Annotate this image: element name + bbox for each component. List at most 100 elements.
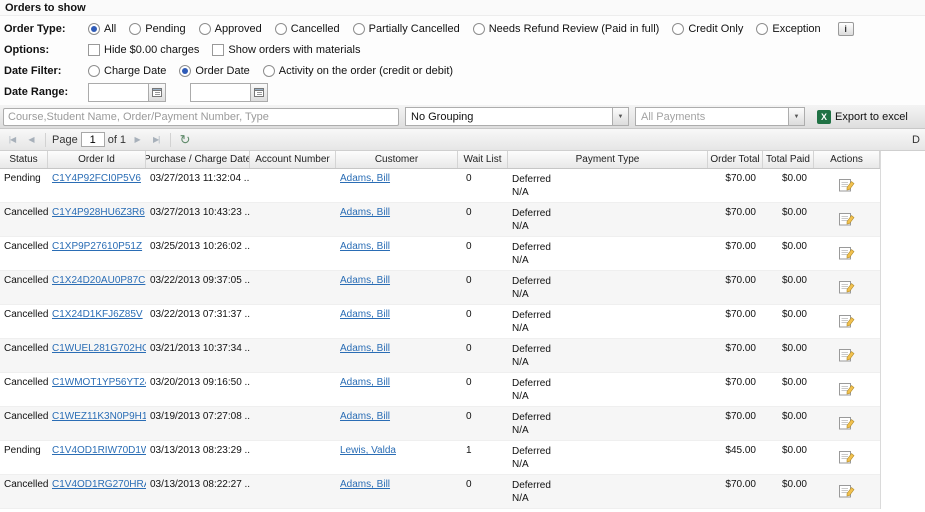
order-id-link[interactable]: C1WEZ11K3N0P9H1	[52, 411, 146, 422]
date-to-input[interactable]	[191, 84, 250, 101]
wait-list-cell: 0	[458, 475, 508, 508]
first-page-button[interactable]: |◀	[4, 132, 20, 148]
edit-note-icon[interactable]	[839, 416, 855, 440]
column-header-purchase-charge-date[interactable]: Purchase / Charge Date	[146, 151, 250, 168]
pager-divider	[45, 133, 46, 147]
actions-cell	[814, 339, 880, 372]
checkbox-option-show-orders-with-materials[interactable]: Show orders with materials	[212, 44, 360, 56]
customer-link[interactable]: Adams, Bill	[340, 207, 390, 218]
edit-note-icon[interactable]	[839, 314, 855, 338]
radio-option-partially-cancelled[interactable]: Partially Cancelled	[353, 23, 460, 35]
column-header-status[interactable]: Status	[0, 151, 48, 168]
wait-list-cell: 0	[458, 169, 508, 202]
order-total-cell: $45.00	[708, 441, 763, 474]
column-header-payment-type[interactable]: Payment Type	[508, 151, 708, 168]
order-id-link[interactable]: C1V4OD1RIW70D1W	[52, 445, 146, 456]
order-id-link[interactable]: C1X24D20AU0P87C	[52, 275, 145, 286]
payment-type-cell: DeferredN/A	[508, 441, 708, 474]
order-id-link[interactable]: C1Y4P928HU6Z3R6	[52, 207, 145, 218]
calendar-icon[interactable]	[148, 84, 165, 101]
table-row: CancelledC1X24D20AU0P87C03/22/2013 09:37…	[0, 271, 880, 305]
radio-option-approved[interactable]: Approved	[199, 23, 262, 35]
purchase-date-cell: 03/25/2013 10:26:02 ...	[146, 237, 250, 270]
search-input[interactable]	[3, 108, 399, 126]
purchase-date-cell: 03/13/2013 08:22:27 ...	[146, 475, 250, 508]
customer-link[interactable]: Adams, Bill	[340, 241, 390, 252]
previous-page-button[interactable]: ◀	[23, 132, 39, 148]
actions-cell	[814, 169, 880, 202]
customer-link[interactable]: Adams, Bill	[340, 411, 390, 422]
pager-status-text: D	[912, 134, 921, 146]
purchase-date-cell: 03/22/2013 07:31:37 ...	[146, 305, 250, 338]
edit-note-icon[interactable]	[839, 212, 855, 236]
radio-option-needs-refund-review-paid-in-full[interactable]: Needs Refund Review (Paid in full)	[473, 23, 660, 35]
radio-option-cancelled[interactable]: Cancelled	[275, 23, 340, 35]
customer-link[interactable]: Adams, Bill	[340, 377, 390, 388]
radio-option-charge-date[interactable]: Charge Date	[88, 65, 166, 77]
calendar-icon[interactable]	[250, 84, 267, 101]
order-id-link[interactable]: C1XP9P27610P51Z	[52, 241, 142, 252]
column-header-order-total[interactable]: Order Total	[708, 151, 763, 168]
customer-link[interactable]: Lewis, Valda	[340, 445, 396, 456]
account-number-cell	[250, 373, 336, 406]
order-id-link[interactable]: C1V4OD1RG270HRA	[52, 479, 146, 490]
page-number-input[interactable]	[81, 132, 105, 147]
export-to-excel-button[interactable]: X Export to excel	[817, 110, 908, 124]
customer-cell: Adams, Bill	[336, 169, 458, 202]
info-icon[interactable]: i	[838, 22, 854, 36]
radio-option-activity-on-the-order-credit-or-debit[interactable]: Activity on the order (credit or debit)	[263, 65, 453, 77]
customer-link[interactable]: Adams, Bill	[340, 479, 390, 490]
payment-type-cell: DeferredN/A	[508, 407, 708, 440]
column-header-order-id[interactable]: Order Id	[48, 151, 146, 168]
radio-option-pending[interactable]: Pending	[129, 23, 185, 35]
order-id-link[interactable]: C1WMOT1YP56YT24	[52, 377, 146, 388]
column-header-account-number[interactable]: Account Number	[250, 151, 336, 168]
radio-option-all[interactable]: All	[88, 23, 116, 35]
customer-link[interactable]: Adams, Bill	[340, 343, 390, 354]
next-page-button[interactable]: ▶	[129, 132, 145, 148]
edit-note-icon[interactable]	[839, 178, 855, 202]
wait-list-cell: 0	[458, 271, 508, 304]
radio-icon	[275, 23, 287, 35]
table-row: PendingC1V4OD1RIW70D1W03/13/2013 08:23:2…	[0, 441, 880, 475]
payment-type-line: Deferred	[512, 343, 704, 356]
account-number-cell	[250, 305, 336, 338]
edit-note-icon[interactable]	[839, 348, 855, 372]
order-id-link[interactable]: C1WUEL281G702HG	[52, 343, 146, 354]
radio-option-order-date[interactable]: Order Date	[179, 65, 249, 77]
account-number-cell	[250, 271, 336, 304]
column-header-actions[interactable]: Actions	[814, 151, 880, 168]
column-header-customer[interactable]: Customer	[336, 151, 458, 168]
checkbox-option-hide-0-00-charges[interactable]: Hide $0.00 charges	[88, 44, 199, 56]
payment-type-cell: DeferredN/A	[508, 305, 708, 338]
payment-type-cell: DeferredN/A	[508, 203, 708, 236]
last-page-button[interactable]: ▶|	[148, 132, 164, 148]
order-id-link[interactable]: C1X24D1KFJ6Z85V	[52, 309, 143, 320]
order-id-link[interactable]: C1Y4P92FCI0P5V6	[52, 173, 141, 184]
payment-status-line: N/A	[512, 186, 704, 199]
edit-note-icon[interactable]	[839, 246, 855, 270]
chevron-down-icon: ▼	[788, 108, 804, 125]
payment-status-line: N/A	[512, 424, 704, 437]
customer-link[interactable]: Adams, Bill	[340, 275, 390, 286]
refresh-icon[interactable]: ↻	[177, 132, 193, 148]
edit-note-icon[interactable]	[839, 450, 855, 474]
radio-option-credit-only[interactable]: Credit Only	[672, 23, 743, 35]
edit-note-icon[interactable]	[839, 382, 855, 406]
date-filter-row: Date Filter: Charge DateOrder DateActivi…	[4, 61, 921, 81]
customer-link[interactable]: Adams, Bill	[340, 173, 390, 184]
wait-list-cell: 0	[458, 407, 508, 440]
total-paid-cell: $0.00	[763, 237, 814, 270]
customer-link[interactable]: Adams, Bill	[340, 309, 390, 320]
radio-icon	[199, 23, 211, 35]
radio-option-exception[interactable]: Exception	[756, 23, 820, 35]
edit-note-icon[interactable]	[839, 484, 855, 508]
payments-select[interactable]: All Payments ▼	[635, 107, 805, 126]
edit-note-icon[interactable]	[839, 280, 855, 304]
date-filter-options: Charge Date Order Date Activity on the ord…	[88, 65, 466, 77]
date-from-input[interactable]	[89, 84, 148, 101]
grouping-select[interactable]: No Grouping ▼	[405, 107, 629, 126]
column-header-total-paid[interactable]: Total Paid	[763, 151, 814, 168]
table-row: CancelledC1WEZ11K3N0P9H103/19/2013 07:27…	[0, 407, 880, 441]
column-header-wait-list[interactable]: Wait List	[458, 151, 508, 168]
